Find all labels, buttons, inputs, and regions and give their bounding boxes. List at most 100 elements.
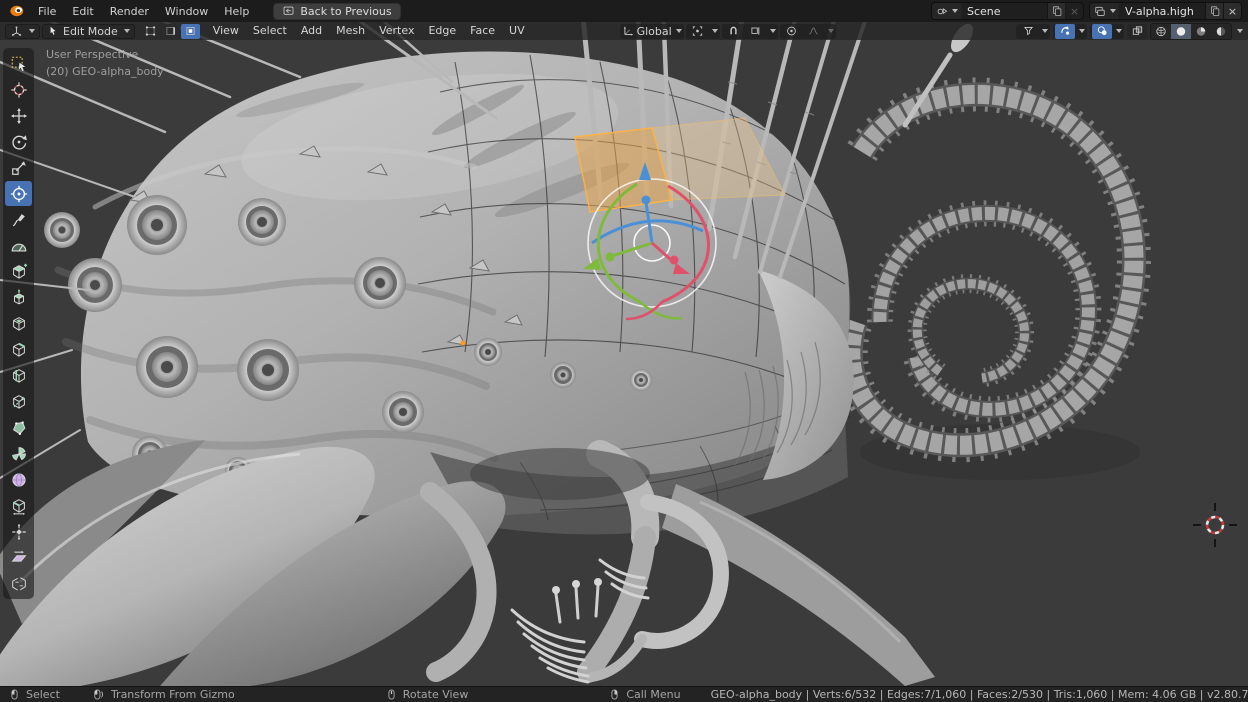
scene-statistics: GEO-alpha_body | Verts:6/532 | Edges:7/1… [711, 688, 1248, 701]
magnet-icon[interactable] [724, 24, 744, 39]
shading-rendered-button[interactable] [1211, 24, 1231, 39]
viewport-header: Edit Mode ViewSelectAddMeshVertexEdgeFac… [0, 22, 1248, 40]
tool-bevel[interactable] [5, 337, 32, 362]
topbar-menus: FileEditRenderWindowHelp [30, 3, 257, 20]
keymap-hint-call-menu: Call Menu [608, 688, 680, 701]
mode-label: Edit Mode [63, 25, 118, 38]
scene-copy-button[interactable] [1047, 3, 1065, 19]
shading-material-preview-button[interactable] [1191, 24, 1211, 39]
tool-cursor[interactable] [5, 77, 32, 102]
tool-loop-cut[interactable] [5, 363, 32, 388]
menu-help[interactable]: Help [216, 3, 257, 20]
tool-edge-slide[interactable] [5, 493, 32, 518]
keymap-hint-label: Select [26, 688, 60, 701]
menu-edit[interactable]: Edit [64, 3, 101, 20]
back-to-previous-button[interactable]: Back to Previous [273, 3, 400, 20]
tool-knife[interactable] [5, 389, 32, 414]
viewport-menus: ViewSelectAddMeshVertexEdgeFaceUV [206, 22, 532, 40]
keymap-hints: Select Transform From Gizmo Rotate View Cal… [8, 688, 711, 701]
orientation-label: Global [637, 25, 672, 38]
keymap-hint-select: Select [8, 688, 60, 701]
overlays-toggle-group [1090, 24, 1124, 39]
tool-annotate[interactable] [5, 207, 32, 232]
menu-file[interactable]: File [30, 3, 64, 20]
orientation-dropdown[interactable]: Global [620, 24, 684, 39]
shading-dropdown-chevron[interactable] [1237, 29, 1243, 33]
shading-solid-button[interactable] [1171, 24, 1191, 39]
shading-mode-group [1150, 23, 1232, 40]
mouse-left-button-icon [8, 688, 21, 701]
tool-scale[interactable] [5, 155, 32, 180]
pivot-point-icon [688, 24, 708, 39]
keymap-hint-label: Transform From Gizmo [111, 688, 235, 701]
tool-move[interactable] [5, 103, 32, 128]
view-layer-name[interactable]: V-alpha.high [1119, 5, 1205, 18]
menu-window[interactable]: Window [157, 3, 216, 20]
viewport-menu-select[interactable]: Select [246, 22, 294, 40]
viewport-canvas[interactable] [0, 22, 1248, 686]
selected-vertex [461, 341, 466, 346]
tool-poly-build[interactable] [5, 415, 32, 440]
mode-cursor-icon [47, 25, 59, 37]
view-layer-selector[interactable]: V-alpha.high × [1089, 2, 1242, 20]
mode-dropdown[interactable]: Edit Mode [42, 24, 135, 39]
view-layer-copy-button[interactable] [1205, 3, 1223, 19]
gizmo-icon[interactable] [1055, 24, 1075, 39]
viewport-menu-edge[interactable]: Edge [421, 22, 463, 40]
tool-select-box[interactable] [5, 51, 32, 76]
shading-wireframe-button[interactable] [1151, 24, 1171, 39]
tool-measure[interactable] [5, 233, 32, 258]
face-select-mode-button[interactable] [181, 24, 200, 39]
select-mode-group [141, 24, 200, 39]
keymap-hint-rotate-view: Rotate View [385, 688, 469, 701]
editor-type-button[interactable] [5, 24, 40, 39]
tool-smooth[interactable] [5, 467, 32, 492]
back-icon [282, 5, 295, 17]
tool-transform[interactable] [5, 181, 32, 206]
mouse-left-drag-icon [90, 688, 106, 701]
edge-select-mode-button[interactable] [161, 24, 180, 39]
proportional-editing-icon[interactable] [782, 24, 802, 39]
view-layer-remove-button[interactable]: × [1223, 3, 1241, 19]
blender-logo-icon[interactable] [6, 2, 26, 20]
viewport-menu-view[interactable]: View [206, 22, 246, 40]
falloff-curve-icon[interactable] [804, 24, 824, 39]
tool-spin[interactable] [5, 441, 32, 466]
blender-window: FileEditRenderWindowHelp Back to Previou… [0, 0, 1248, 702]
3d-viewport[interactable]: Edit Mode ViewSelectAddMeshVertexEdgeFac… [0, 22, 1248, 686]
keymap-hint-transform-from-gizmo: Transform From Gizmo [90, 688, 235, 701]
tool-extrude-region[interactable] [5, 285, 32, 310]
back-button-label: Back to Previous [300, 5, 391, 18]
tool-rip-region[interactable] [5, 571, 32, 596]
xray-icon[interactable] [1127, 24, 1147, 39]
tool-rotate[interactable] [5, 129, 32, 154]
viewport-menu-face[interactable]: Face [463, 22, 502, 40]
mouse-middle-button-icon [385, 688, 398, 701]
viewport-menu-mesh[interactable]: Mesh [329, 22, 372, 40]
vertex-select-mode-button[interactable] [141, 24, 160, 39]
scene-name[interactable]: Scene [961, 5, 1047, 18]
viewport-menu-vertex[interactable]: Vertex [372, 22, 421, 40]
viewport-menu-uv[interactable]: UV [502, 22, 532, 40]
scene-unlink-button: × [1065, 3, 1083, 19]
tool-shear[interactable] [5, 545, 32, 570]
keymap-hint-label: Rotate View [403, 688, 469, 701]
snap-target-icon[interactable] [746, 24, 766, 39]
viewport-menu-add[interactable]: Add [294, 22, 329, 40]
filter-dropdown[interactable] [1016, 24, 1050, 39]
view-layer-icon[interactable] [1090, 3, 1119, 19]
mouse-right-button-icon [608, 688, 621, 701]
overlays-icon[interactable] [1092, 24, 1112, 39]
tool-shrink-fatten[interactable] [5, 519, 32, 544]
tool-add-cube[interactable] [5, 259, 32, 284]
top-menu-bar: FileEditRenderWindowHelp Back to Previou… [0, 0, 1248, 22]
snapping-controls [722, 24, 778, 39]
viewport-header-right [1016, 23, 1243, 40]
pivot-point-dropdown[interactable] [686, 24, 720, 39]
menu-render[interactable]: Render [102, 3, 157, 20]
scene-icon[interactable] [932, 3, 961, 19]
scene-selector[interactable]: Scene × [931, 2, 1084, 20]
gizmo-toggle-group [1053, 24, 1087, 39]
tool-inset-faces[interactable] [5, 311, 32, 336]
tool-shelf [3, 48, 34, 599]
